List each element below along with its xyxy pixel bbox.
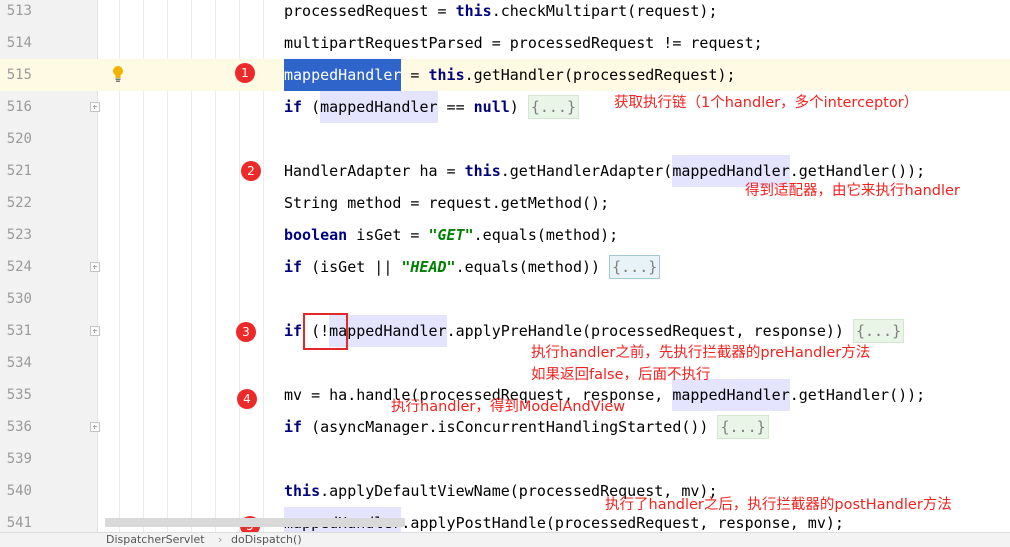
code-line[interactable]: 520 [0, 123, 1010, 155]
note-handle: 执行handler，得到ModelAndView [391, 399, 626, 415]
code-token: ) [509, 98, 528, 116]
keyword-token: boolean [284, 226, 348, 244]
code-token: .getHandlerAdapter( [500, 162, 673, 180]
code-text[interactable]: multipartRequestParsed = processedReques… [284, 27, 763, 59]
note-post-handle: 执行了handler之后，执行拦截器的postHandler方法 [605, 497, 952, 513]
code-token: == [437, 98, 474, 116]
line-number: 516 [6, 99, 32, 115]
code-line[interactable]: 539 [0, 443, 1010, 475]
breadcrumb-separator-icon: › [218, 533, 223, 546]
code-token: HandlerAdapter ha = [284, 162, 465, 180]
note-pre-handle: 执行handler之前，先执行拦截器的preHandler方法 [531, 345, 871, 361]
code-token: .equals(method); [473, 226, 619, 244]
code-token: .checkMultipart(request); [491, 2, 718, 20]
folded-block[interactable]: {...} [609, 255, 661, 279]
code-token: (asyncManager.isConcurrentHandlingStarte… [302, 418, 718, 436]
code-text[interactable]: String method = request.getMethod(); [284, 187, 609, 219]
string-literal-token: "HEAD" [401, 258, 456, 276]
keyword-token: this [428, 66, 465, 84]
keyword-token: if [284, 418, 303, 436]
line-number: 530 [6, 291, 32, 307]
fold-toggle-icon[interactable] [90, 262, 100, 272]
step-marker-2: 2 [241, 161, 261, 181]
code-editor[interactable]: 513 processedRequest = this.checkMultipar… [0, 0, 1010, 532]
line-number: 523 [6, 227, 32, 243]
line-number: 535 [6, 387, 32, 403]
line-number: 520 [6, 131, 32, 147]
code-token: .equals(method)) [455, 258, 610, 276]
keyword-token: if [284, 98, 303, 116]
code-line[interactable]: 513 processedRequest = this.checkMultipar… [0, 0, 1010, 27]
line-number: 539 [6, 451, 32, 467]
fold-toggle-icon[interactable] [90, 326, 100, 336]
selected-identifier: mappedHandler [284, 59, 402, 91]
code-token: .applyPreHandle(processedRequest, respon… [446, 322, 853, 340]
code-line[interactable]: 524 if (isGet || "HEAD".equals(method)) {… [0, 251, 1010, 283]
line-number: 524 [6, 259, 32, 275]
code-token: String method = request.getMethod(); [284, 194, 610, 212]
code-token: (isGet || [302, 258, 402, 276]
code-token: .getHandler()); [789, 162, 926, 180]
lightbulb-icon[interactable] [111, 65, 125, 85]
step-marker-3: 3 [236, 322, 256, 342]
fold-toggle-icon[interactable] [90, 102, 100, 112]
code-token: multipartRequestParsed = processedReques… [284, 34, 763, 52]
line-number: 521 [6, 163, 32, 179]
code-token: = [401, 66, 429, 84]
keyword-token: if [284, 258, 303, 276]
code-token: isGet = [347, 226, 429, 244]
line-number: 540 [6, 483, 32, 499]
code-token: .getHandler()); [789, 386, 926, 404]
line-number: 536 [6, 419, 32, 435]
highlight-box [303, 313, 348, 350]
code-text[interactable]: if (mappedHandler == null) {...} [284, 91, 579, 123]
fold-toggle-icon[interactable] [90, 422, 100, 432]
code-text[interactable]: boolean isGet = "GET".equals(method); [284, 219, 618, 251]
keyword-token: this [464, 162, 501, 180]
line-number: 522 [6, 195, 32, 211]
code-token: ( [302, 98, 321, 116]
step-marker-1: 1 [235, 63, 255, 83]
code-line[interactable]: 515 mappedHandler = this.getHandler(proce… [0, 59, 1010, 91]
code-text[interactable]: mappedHandler = this.getHandler(processe… [284, 59, 736, 91]
line-number: 531 [6, 323, 32, 339]
code-text[interactable]: if (isGet || "HEAD".equals(method)) {...… [284, 251, 661, 283]
folded-block[interactable]: {...} [527, 95, 579, 119]
keyword-token: if [284, 322, 303, 340]
code-token: processedRequest = [284, 2, 456, 20]
keyword-token: this [284, 482, 321, 500]
code-text[interactable]: processedRequest = this.checkMultipart(r… [284, 0, 718, 27]
line-number: 534 [6, 355, 32, 371]
code-line[interactable]: 514 multipartRequestParsed = processedReq… [0, 27, 1010, 59]
step-marker-4: 4 [237, 389, 257, 409]
string-literal-token: "GET" [428, 226, 474, 244]
code-token: .getHandler(processedRequest); [464, 66, 736, 84]
breadcrumb-class[interactable]: DispatcherServlet [106, 533, 205, 547]
code-line[interactable]: 530 [0, 283, 1010, 315]
breadcrumb-bar: DispatcherServlet › doDispatch() [0, 532, 1010, 547]
keyword-token: null [473, 98, 510, 116]
line-number: 513 [6, 3, 32, 19]
horizontal-scrollbar[interactable] [105, 518, 405, 527]
breadcrumb-method[interactable]: doDispatch() [231, 533, 302, 547]
line-number: 541 [6, 515, 32, 531]
note-get-execution-chain: 获取执行链（1个handler，多个interceptor） [614, 95, 919, 111]
code-line[interactable]: 523 boolean isGet = "GET".equals(method); [0, 219, 1010, 251]
highlighted-identifier: mappedHandler [320, 91, 438, 123]
note-return-false: 如果返回false，后面不执行 [531, 367, 711, 383]
code-token: .applyPostHandle(processedRequest, respo… [401, 514, 844, 532]
line-number: 515 [6, 67, 32, 83]
folded-block[interactable]: {...} [717, 415, 769, 439]
keyword-token: this [455, 2, 492, 20]
line-number: 514 [6, 35, 32, 51]
folded-block[interactable]: {...} [852, 319, 905, 343]
note-get-adapter: 得到适配器，由它来执行handler [745, 183, 960, 199]
